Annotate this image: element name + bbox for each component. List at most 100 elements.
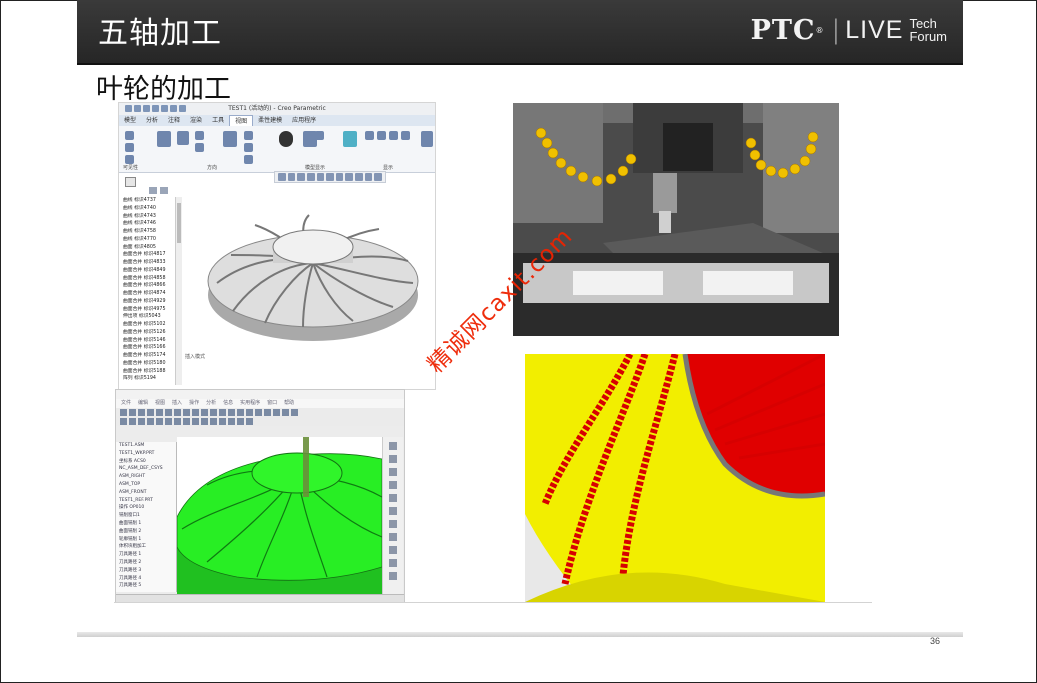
repaint-icon[interactable] <box>306 173 315 181</box>
sim-tree-item[interactable]: 体积块粗加工 <box>116 543 176 551</box>
toolbar-icon[interactable] <box>282 409 289 416</box>
sim-menu-item[interactable]: 窗口 <box>267 399 277 408</box>
sim-tree-item[interactable]: 刀具路径 3 <box>116 567 176 575</box>
tree-item[interactable]: 曲面合并 标识5166 <box>121 344 181 352</box>
tab-view[interactable]: 视图 <box>229 115 254 126</box>
sim-menu-item[interactable]: 分析 <box>206 399 216 408</box>
toolbar-icon[interactable] <box>389 468 397 476</box>
model-tree[interactable]: 曲线 标识4737 曲线 标识4740 曲线 标识4743 曲线 标识4746 曲线 标… <box>121 197 181 385</box>
quick-access-toolbar[interactable] <box>125 105 215 113</box>
tree-item[interactable]: 曲线 标识4737 <box>121 197 181 205</box>
sim-toolbar-1[interactable] <box>116 408 404 417</box>
tree-item[interactable]: 曲面合并 标识4874 <box>121 290 181 298</box>
tree-item[interactable]: 曲面合并 标识4866 <box>121 282 181 290</box>
sim-tree-item[interactable]: 轮廓铣削 1 <box>116 536 176 544</box>
sim-right-toolbar[interactable] <box>382 437 403 595</box>
toolbar-icon[interactable] <box>156 409 163 416</box>
toolbar-icon[interactable] <box>389 481 397 489</box>
sim-tree-item[interactable]: 曲面铣削 2 <box>116 528 176 536</box>
toolbar-icon[interactable] <box>389 520 397 528</box>
spin-center-icon[interactable] <box>355 173 363 181</box>
toolbar-icon[interactable] <box>273 409 280 416</box>
redo-icon[interactable] <box>161 105 168 112</box>
save-icon[interactable] <box>143 105 150 112</box>
toolbar-icon[interactable] <box>219 418 226 425</box>
toolbar-icon[interactable] <box>129 418 136 425</box>
toolbar-icon[interactable] <box>201 418 208 425</box>
new-icon[interactable] <box>125 105 132 112</box>
tree-item[interactable]: 伸出项 标识5043 <box>121 313 181 321</box>
toolbar-icon[interactable] <box>255 409 262 416</box>
tree-item[interactable]: 曲线 标识4770 <box>121 236 181 244</box>
toolbar-icon[interactable] <box>389 507 397 515</box>
toolbar-icon[interactable] <box>129 409 136 416</box>
toolbar-icon[interactable] <box>264 409 271 416</box>
standard-orientation-icon[interactable] <box>244 131 253 140</box>
tree-item[interactable]: 曲面合并 标识4858 <box>121 275 181 283</box>
filter-icon[interactable] <box>374 173 383 181</box>
datum-display-icon[interactable] <box>345 173 354 181</box>
toolbar-icon[interactable] <box>147 409 154 416</box>
sim-menu-item[interactable]: 信息 <box>223 399 233 408</box>
toolbar-icon[interactable] <box>210 418 217 425</box>
sim-tree-item[interactable]: ASM_TOP <box>116 481 176 489</box>
status-icon[interactable] <box>125 155 134 164</box>
tab-applications[interactable]: 应用程序 <box>287 115 321 126</box>
sim-tree-item[interactable]: 刀具路径 5 <box>116 582 176 590</box>
toolbar-icon[interactable] <box>183 409 190 416</box>
tree-item[interactable]: 曲面合并 标识4975 <box>121 306 181 314</box>
sim-model-tree[interactable]: TEST1.ASM TEST1_WKP.PRT 坐标系 ACS0 NC_ASM_DEF… <box>116 442 177 592</box>
zoom-out-small-icon[interactable] <box>297 173 305 181</box>
show-icon[interactable] <box>125 143 134 152</box>
toolbar-icon[interactable] <box>156 418 163 425</box>
tab-tools[interactable]: 工具 <box>207 115 229 126</box>
toolbar-icon[interactable] <box>192 409 199 416</box>
zoom-in-icon[interactable] <box>177 131 189 145</box>
view-manager-icon[interactable] <box>335 173 344 181</box>
toolbar-icon[interactable] <box>389 559 397 567</box>
close-view-icon[interactable] <box>421 131 433 147</box>
toolbar-icon[interactable] <box>389 455 397 463</box>
tab-analysis[interactable]: 分析 <box>141 115 163 126</box>
toolbar-icon[interactable] <box>183 418 190 425</box>
sim-menu-item[interactable]: 插入 <box>172 399 182 408</box>
tree-item[interactable]: 曲面合并 标识4833 <box>121 259 181 267</box>
sim-tree-item[interactable]: 刀具路径 1 <box>116 551 176 559</box>
toolbar-icon[interactable] <box>389 533 397 541</box>
toolbar-icon[interactable] <box>120 409 127 416</box>
saved-views-icon[interactable] <box>326 173 334 181</box>
sim-menu-item[interactable]: 文件 <box>121 399 131 408</box>
sim-tree-item[interactable]: TEST1_REF.PRT <box>116 497 176 505</box>
toolbar-icon[interactable] <box>389 442 397 450</box>
toolbar-icon[interactable] <box>165 418 172 425</box>
tab-render[interactable]: 渲染 <box>185 115 207 126</box>
toolbar-icon[interactable] <box>201 409 208 416</box>
tree-item[interactable]: 曲面合并 标识5102 <box>121 321 181 329</box>
refit-small-icon[interactable] <box>278 173 286 181</box>
tree-item[interactable]: 曲面合并 标识5126 <box>121 329 181 337</box>
toolbar-icon[interactable] <box>147 418 154 425</box>
tree-item[interactable]: 曲面合并 标识4817 <box>121 251 181 259</box>
sim-graphics-area[interactable] <box>176 437 383 595</box>
toolbar-icon[interactable] <box>120 418 127 425</box>
undo-icon[interactable] <box>152 105 159 112</box>
section-icon[interactable] <box>315 131 324 140</box>
tree-show-icon[interactable] <box>160 187 168 194</box>
sim-tree-item[interactable]: 坐标系 ACS0 <box>116 458 176 466</box>
graphics-toolbar[interactable] <box>274 171 386 183</box>
toolbar-icon[interactable] <box>219 409 226 416</box>
model-tree-toolbar[interactable] <box>149 187 183 195</box>
tree-item[interactable]: 曲线 标识4758 <box>121 228 181 236</box>
tree-item[interactable]: 曲面合并 标识4929 <box>121 298 181 306</box>
sim-tree-item[interactable]: 操作 OP010 <box>116 504 176 512</box>
tree-item[interactable]: 曲线 标识4746 <box>121 220 181 228</box>
toolbar-icon[interactable] <box>192 418 199 425</box>
previous-icon[interactable] <box>244 143 253 152</box>
tree-item[interactable]: 曲线 标识4740 <box>121 205 181 213</box>
tree-settings-icon[interactable] <box>149 187 157 194</box>
tree-item[interactable]: 曲面合并 标识5174 <box>121 352 181 360</box>
toolbar-icon[interactable] <box>246 418 253 425</box>
sim-tree-item[interactable]: ASM_FRONT <box>116 489 176 497</box>
point-display-icon[interactable] <box>389 131 398 140</box>
tab-model[interactable]: 模型 <box>119 115 141 126</box>
